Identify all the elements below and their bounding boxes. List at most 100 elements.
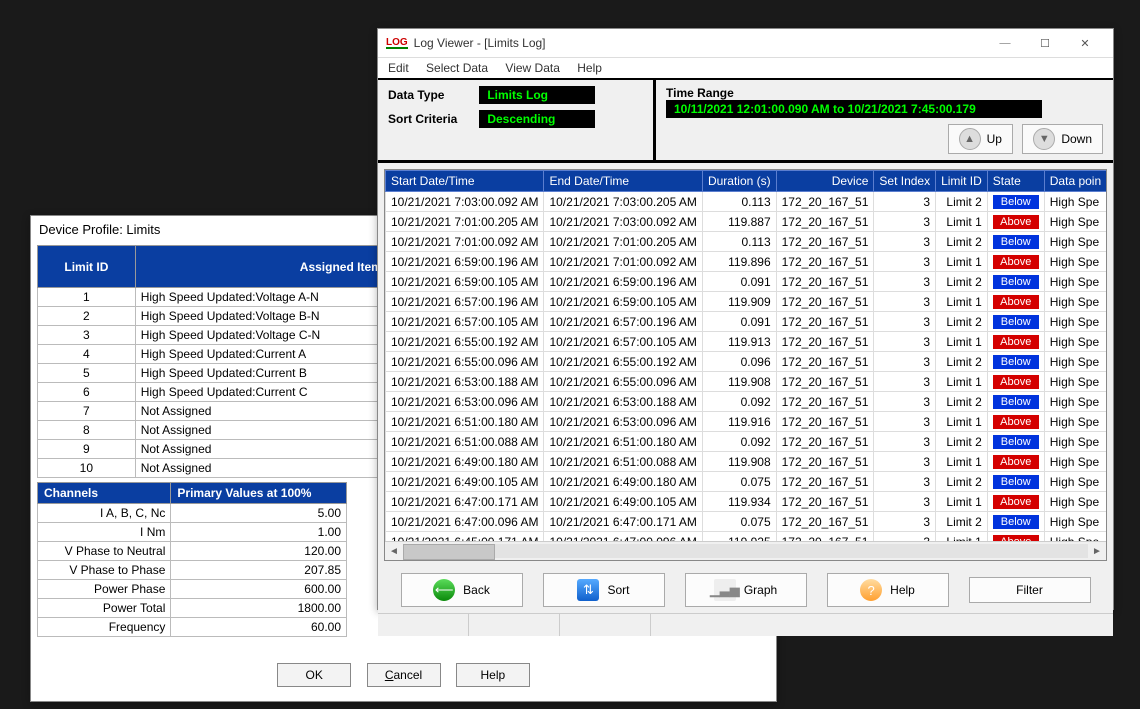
col-primary-values[interactable]: Primary Values at 100% bbox=[171, 483, 347, 504]
log-row[interactable]: 10/21/2021 6:47:00.096 AM10/21/2021 6:47… bbox=[386, 512, 1107, 532]
channels-table: Channels Primary Values at 100% I A, B, … bbox=[37, 482, 347, 637]
filter-strip: Data Type Limits Log Sort Criteria Desce… bbox=[378, 80, 1113, 163]
state-badge: Above bbox=[993, 375, 1039, 389]
col-limit-id[interactable]: Limit ID bbox=[38, 246, 136, 288]
log-row[interactable]: 10/21/2021 6:49:00.180 AM10/21/2021 6:51… bbox=[386, 452, 1107, 472]
window-title: Log Viewer - [Limits Log] bbox=[414, 36, 546, 50]
data-type-value: Limits Log bbox=[479, 86, 595, 104]
col-start[interactable]: Start Date/Time bbox=[386, 171, 544, 192]
channels-row[interactable]: Frequency60.00 bbox=[38, 618, 347, 637]
scroll-right-icon[interactable]: ► bbox=[1088, 546, 1106, 557]
graph-button[interactable]: ▁▃▅ Graph bbox=[685, 573, 807, 607]
time-range-value: 10/11/2021 12:01:00.090 AM to 10/21/2021… bbox=[666, 100, 1042, 118]
state-badge: Below bbox=[993, 475, 1039, 489]
state-badge: Below bbox=[993, 275, 1039, 289]
log-row[interactable]: 10/21/2021 6:57:00.105 AM10/21/2021 6:57… bbox=[386, 312, 1107, 332]
ok-button[interactable]: OK bbox=[277, 663, 351, 687]
back-arrow-icon: ⟵ bbox=[433, 579, 455, 601]
back-button[interactable]: ⟵ Back bbox=[401, 573, 523, 607]
menu-view-data[interactable]: View Data bbox=[505, 61, 559, 75]
state-badge: Below bbox=[993, 195, 1039, 209]
log-grid[interactable]: Start Date/Time End Date/Time Duration (… bbox=[385, 170, 1107, 552]
log-row[interactable]: 10/21/2021 7:01:00.092 AM10/21/2021 7:01… bbox=[386, 232, 1107, 252]
log-viewer-window: LOG Log Viewer - [Limits Log] — ☐ ✕ Edit… bbox=[377, 28, 1114, 610]
bottom-toolbar: ⟵ Back ⇅ Sort ▁▃▅ Graph ? Help Filter bbox=[378, 567, 1113, 613]
log-row[interactable]: 10/21/2021 6:59:00.196 AM10/21/2021 7:01… bbox=[386, 252, 1107, 272]
up-label: Up bbox=[987, 132, 1002, 146]
statusbar bbox=[378, 613, 1113, 636]
log-row[interactable]: 10/21/2021 7:03:00.092 AM10/21/2021 7:03… bbox=[386, 192, 1107, 212]
state-badge: Above bbox=[993, 255, 1039, 269]
col-end[interactable]: End Date/Time bbox=[544, 171, 702, 192]
log-row[interactable]: 10/21/2021 6:55:00.192 AM10/21/2021 6:57… bbox=[386, 332, 1107, 352]
scroll-left-icon[interactable]: ◄ bbox=[385, 546, 403, 557]
filter-button[interactable]: Filter bbox=[969, 577, 1091, 603]
state-badge: Above bbox=[993, 215, 1039, 229]
col-duration[interactable]: Duration (s) bbox=[702, 171, 776, 192]
col-data-point[interactable]: Data poin bbox=[1044, 171, 1106, 192]
log-row[interactable]: 10/21/2021 7:01:00.205 AM10/21/2021 7:03… bbox=[386, 212, 1107, 232]
state-badge: Above bbox=[993, 495, 1039, 509]
down-label: Down bbox=[1061, 132, 1092, 146]
titlebar: LOG Log Viewer - [Limits Log] — ☐ ✕ bbox=[378, 29, 1113, 58]
state-badge: Below bbox=[993, 355, 1039, 369]
data-type-label: Data Type bbox=[388, 88, 476, 102]
state-badge: Below bbox=[993, 315, 1039, 329]
log-row[interactable]: 10/21/2021 6:53:00.188 AM10/21/2021 6:55… bbox=[386, 372, 1107, 392]
down-button[interactable]: ▼ Down bbox=[1022, 124, 1103, 154]
sort-icon: ⇅ bbox=[577, 579, 599, 601]
sort-criteria-value: Descending bbox=[479, 110, 595, 128]
menubar: Edit Select Data View Data Help bbox=[378, 58, 1113, 80]
log-grid-container: Start Date/Time End Date/Time Duration (… bbox=[384, 169, 1107, 561]
state-badge: Below bbox=[993, 395, 1039, 409]
log-row[interactable]: 10/21/2021 6:47:00.171 AM10/21/2021 6:49… bbox=[386, 492, 1107, 512]
log-row[interactable]: 10/21/2021 6:49:00.105 AM10/21/2021 6:49… bbox=[386, 472, 1107, 492]
arrow-down-icon: ▼ bbox=[1033, 128, 1055, 150]
scroll-track[interactable] bbox=[403, 544, 1088, 558]
log-row[interactable]: 10/21/2021 6:51:00.180 AM10/21/2021 6:53… bbox=[386, 412, 1107, 432]
horizontal-scrollbar[interactable]: ◄ ► bbox=[385, 541, 1106, 560]
menu-select-data[interactable]: Select Data bbox=[426, 61, 488, 75]
cancel-button[interactable]: CCancelancel bbox=[367, 663, 441, 687]
state-badge: Below bbox=[993, 235, 1039, 249]
col-channels[interactable]: Channels bbox=[38, 483, 171, 504]
col-limit-id[interactable]: Limit ID bbox=[936, 171, 988, 192]
close-icon[interactable]: ✕ bbox=[1065, 37, 1105, 50]
log-row[interactable]: 10/21/2021 6:57:00.196 AM10/21/2021 6:59… bbox=[386, 292, 1107, 312]
sort-criteria-label: Sort Criteria bbox=[388, 112, 476, 126]
state-badge: Below bbox=[993, 515, 1039, 529]
graph-icon: ▁▃▅ bbox=[714, 579, 736, 601]
menu-help[interactable]: Help bbox=[577, 61, 602, 75]
log-row[interactable]: 10/21/2021 6:53:00.096 AM10/21/2021 6:53… bbox=[386, 392, 1107, 412]
log-row[interactable]: 10/21/2021 6:59:00.105 AM10/21/2021 6:59… bbox=[386, 272, 1107, 292]
help-button[interactable]: Help bbox=[456, 663, 530, 687]
log-row[interactable]: 10/21/2021 6:55:00.096 AM10/21/2021 6:55… bbox=[386, 352, 1107, 372]
help-icon: ? bbox=[860, 579, 882, 601]
arrow-up-icon: ▲ bbox=[959, 128, 981, 150]
col-device[interactable]: Device bbox=[776, 171, 874, 192]
channels-row[interactable]: V Phase to Phase207.85 bbox=[38, 561, 347, 580]
channels-row[interactable]: Power Total1800.00 bbox=[38, 599, 347, 618]
state-badge: Above bbox=[993, 295, 1039, 309]
state-badge: Below bbox=[993, 435, 1039, 449]
col-set-index[interactable]: Set Index bbox=[874, 171, 936, 192]
maximize-icon[interactable]: ☐ bbox=[1025, 37, 1065, 50]
up-button[interactable]: ▲ Up bbox=[948, 124, 1013, 154]
channels-row[interactable]: Power Phase600.00 bbox=[38, 580, 347, 599]
app-icon: LOG bbox=[386, 38, 408, 49]
state-badge: Above bbox=[993, 415, 1039, 429]
channels-row[interactable]: I Nm1.00 bbox=[38, 523, 347, 542]
menu-edit[interactable]: Edit bbox=[388, 61, 409, 75]
col-state[interactable]: State bbox=[987, 171, 1044, 192]
channels-row[interactable]: I A, B, C, Nc5.00 bbox=[38, 504, 347, 523]
channels-row[interactable]: V Phase to Neutral120.00 bbox=[38, 542, 347, 561]
minimize-icon[interactable]: — bbox=[985, 37, 1025, 49]
state-badge: Above bbox=[993, 335, 1039, 349]
log-row[interactable]: 10/21/2021 6:51:00.088 AM10/21/2021 6:51… bbox=[386, 432, 1107, 452]
time-range-label: Time Range bbox=[666, 86, 754, 100]
sort-button[interactable]: ⇅ Sort bbox=[543, 573, 665, 607]
state-badge: Above bbox=[993, 455, 1039, 469]
toolbar-help-button[interactable]: ? Help bbox=[827, 573, 949, 607]
scroll-thumb[interactable] bbox=[403, 544, 495, 560]
dialog-buttons: OK CCancelancel Help bbox=[31, 663, 776, 687]
